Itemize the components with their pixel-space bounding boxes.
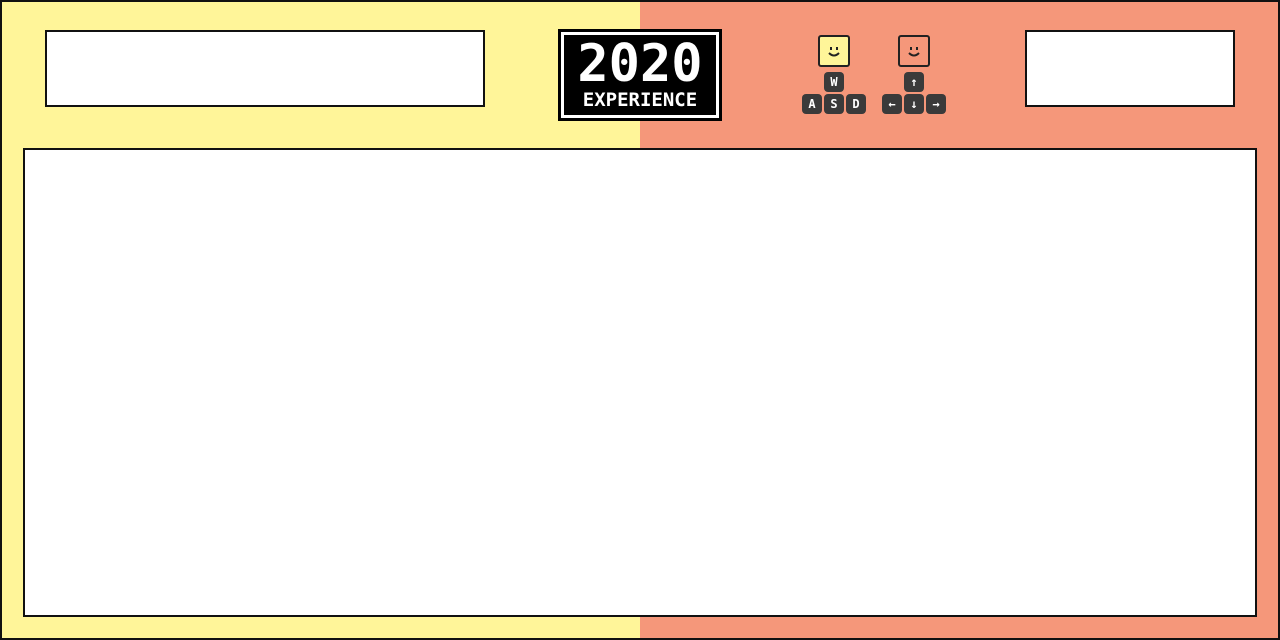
logo-year: 2020 xyxy=(577,34,703,94)
game-logo: 2020 EXPERIENCE xyxy=(558,29,722,121)
player1-smiley-face-icon xyxy=(818,35,850,67)
game-play-area[interactable] xyxy=(23,148,1257,617)
key-arrow-up: ↑ xyxy=(904,72,924,92)
left-score-panel xyxy=(45,30,485,107)
player1-controls: W A S D xyxy=(801,35,867,117)
key-a: A xyxy=(802,94,822,114)
key-w: W xyxy=(824,72,844,92)
logo-title: EXPERIENCE xyxy=(582,89,698,111)
logo-frame: 2020 EXPERIENCE xyxy=(561,32,719,118)
player2-smiley-face-icon xyxy=(898,35,930,67)
key-arrow-right: → xyxy=(926,94,946,114)
key-s: S xyxy=(824,94,844,114)
key-arrow-down: ↓ xyxy=(904,94,924,114)
key-arrow-left: ← xyxy=(882,94,902,114)
key-d: D xyxy=(846,94,866,114)
right-score-panel xyxy=(1025,30,1235,107)
player2-controls: ↑ ← ↓ → xyxy=(881,35,947,117)
